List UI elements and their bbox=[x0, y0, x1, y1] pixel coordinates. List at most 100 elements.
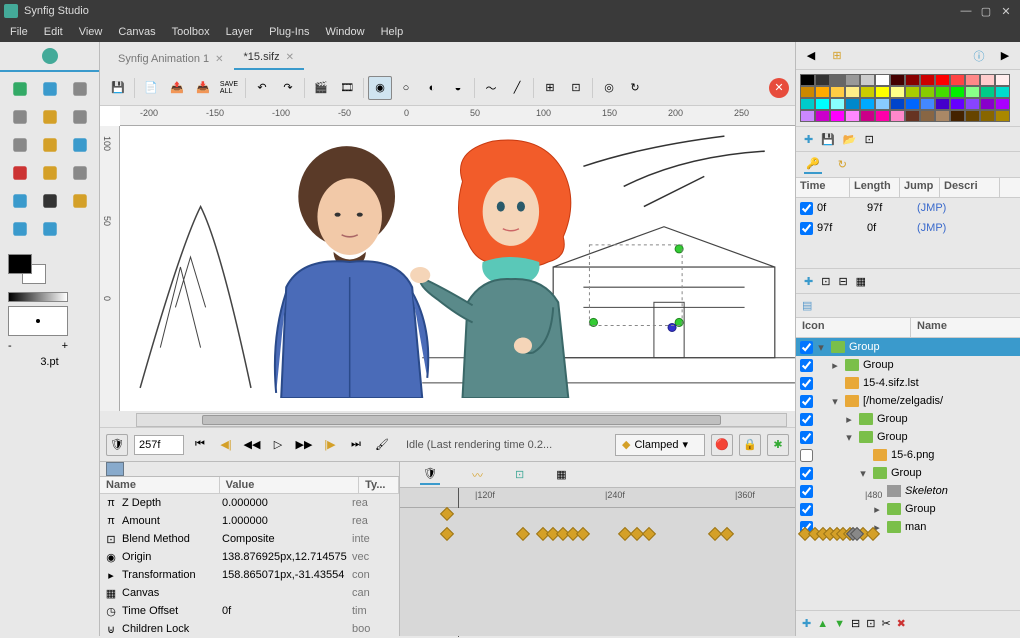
tool-eyedrop[interactable] bbox=[6, 216, 34, 242]
layer-add-icon[interactable]: ✚ bbox=[802, 617, 811, 630]
palette-color[interactable] bbox=[875, 98, 890, 110]
expand-icon[interactable]: ▸ bbox=[843, 413, 855, 426]
layers-tab-icon[interactable]: ▤ bbox=[802, 299, 812, 312]
import-button[interactable]: 📥 bbox=[191, 76, 215, 100]
kf-enable[interactable] bbox=[800, 222, 813, 235]
params-tab-icon[interactable] bbox=[106, 462, 124, 476]
tool-oval[interactable] bbox=[66, 104, 94, 130]
foreground-color[interactable] bbox=[8, 254, 32, 274]
palette-color[interactable] bbox=[950, 98, 965, 110]
palette-color[interactable] bbox=[860, 74, 875, 86]
onion-button[interactable]: ◎ bbox=[597, 76, 621, 100]
palette-color[interactable] bbox=[860, 86, 875, 98]
tool-text[interactable] bbox=[36, 188, 64, 214]
info-icon[interactable]: ⓘ bbox=[970, 47, 988, 65]
tool-node[interactable] bbox=[36, 76, 64, 102]
seek-end-icon[interactable]: ⏭ bbox=[346, 435, 366, 455]
layer-row[interactable]: 15-4.sifz.lst bbox=[796, 374, 1020, 392]
size-increase[interactable]: + bbox=[62, 340, 68, 352]
tool-scissors[interactable] bbox=[6, 160, 34, 186]
layers-col-icon[interactable]: Icon bbox=[796, 318, 911, 337]
palette-color[interactable] bbox=[800, 74, 815, 86]
canvas-scrollbar-h[interactable] bbox=[136, 413, 787, 427]
layer-group-icon[interactable]: ⊡ bbox=[821, 275, 830, 288]
palette-color[interactable] bbox=[905, 98, 920, 110]
mode4-button[interactable]: ◒ bbox=[446, 76, 470, 100]
layer-visible[interactable] bbox=[800, 431, 813, 444]
keyframe-marker[interactable] bbox=[440, 527, 454, 541]
canvas[interactable] bbox=[120, 126, 795, 411]
tool-pen[interactable] bbox=[66, 188, 94, 214]
palette-color[interactable] bbox=[935, 86, 950, 98]
layer-new-icon[interactable]: ✚ bbox=[804, 275, 813, 288]
layer-row[interactable]: ▾Group bbox=[796, 338, 1020, 356]
mode2-button[interactable]: ○ bbox=[394, 76, 418, 100]
nav-fwd-icon[interactable]: ▶ bbox=[996, 47, 1014, 65]
layer-visible[interactable] bbox=[800, 503, 813, 516]
param-col[interactable]: Name bbox=[100, 477, 220, 493]
palette-color[interactable] bbox=[830, 110, 845, 122]
palette-color[interactable] bbox=[995, 86, 1010, 98]
layer-row[interactable]: ▾[/home/zelgadis/ bbox=[796, 392, 1020, 410]
palette-color[interactable] bbox=[845, 74, 860, 86]
layer-encap-icon[interactable]: ▦ bbox=[856, 275, 866, 288]
redo-button[interactable]: ↷ bbox=[276, 76, 300, 100]
palette-default-icon[interactable]: ⊡ bbox=[865, 133, 874, 146]
saveas-button[interactable]: 📄 bbox=[139, 76, 163, 100]
expand-icon[interactable]: ▾ bbox=[843, 431, 855, 444]
param-row[interactable]: πZ Depth0.000000rea bbox=[100, 494, 399, 512]
layer-box-icon[interactable]: ⊡ bbox=[866, 617, 875, 630]
menu-edit[interactable]: Edit bbox=[36, 24, 71, 40]
param-row[interactable]: ⊍Children Lockboo bbox=[100, 620, 399, 638]
keyframe-marker[interactable] bbox=[642, 527, 656, 541]
frame-input[interactable] bbox=[134, 435, 184, 455]
palette-color[interactable] bbox=[845, 98, 860, 110]
keyframe-marker[interactable] bbox=[516, 527, 530, 541]
palette-color[interactable] bbox=[980, 74, 995, 86]
tool-brush[interactable] bbox=[6, 188, 34, 214]
param-row[interactable]: ◷Time Offset0ftim bbox=[100, 602, 399, 620]
palette-color[interactable] bbox=[890, 74, 905, 86]
palette-color[interactable] bbox=[815, 86, 830, 98]
gradient-swatch[interactable] bbox=[8, 292, 68, 302]
refresh-button[interactable]: ↻ bbox=[623, 76, 647, 100]
tool-pencil[interactable] bbox=[36, 160, 64, 186]
palette-color[interactable] bbox=[800, 86, 815, 98]
layer-row[interactable]: ▸Group bbox=[796, 410, 1020, 428]
kf-col[interactable]: Descri bbox=[940, 178, 1000, 197]
layer-visible[interactable] bbox=[800, 341, 813, 354]
menu-canvas[interactable]: Canvas bbox=[110, 24, 163, 40]
palette-color[interactable] bbox=[860, 110, 875, 122]
menu-layer[interactable]: Layer bbox=[218, 24, 262, 40]
param-row[interactable]: ▸Transformation158.865071px,-31.43554con bbox=[100, 566, 399, 584]
palette-color[interactable] bbox=[935, 74, 950, 86]
interpolation-select[interactable]: ◆Clamped▾ bbox=[615, 434, 705, 456]
mode1-button[interactable]: ◉ bbox=[368, 76, 392, 100]
timeline-tab-3[interactable]: ⊡ bbox=[515, 468, 524, 481]
palette-color[interactable] bbox=[995, 74, 1010, 86]
keyframe-tab-2-icon[interactable]: ↻ bbox=[838, 158, 847, 171]
tool-rect[interactable] bbox=[6, 104, 34, 130]
palette-color[interactable] bbox=[845, 110, 860, 122]
palette-color[interactable] bbox=[890, 98, 905, 110]
tool-zoom[interactable] bbox=[36, 216, 64, 242]
keyframe-lock-icon[interactable]: 🔒 bbox=[739, 434, 761, 456]
seek-prev-kf-icon[interactable]: ◀| bbox=[216, 435, 236, 455]
palette-color[interactable] bbox=[890, 86, 905, 98]
kf-row[interactable]: 0f97f(JMP) bbox=[796, 198, 1020, 218]
tool-[interactable] bbox=[66, 216, 94, 242]
keyframe-marker[interactable] bbox=[576, 527, 590, 541]
seek-start-icon[interactable]: ⏮ bbox=[190, 435, 210, 455]
palette-color[interactable] bbox=[965, 98, 980, 110]
animate-mode-icon[interactable]: 🔴 bbox=[711, 434, 733, 456]
mode3-button[interactable]: ◐ bbox=[420, 76, 444, 100]
palette-color[interactable] bbox=[800, 98, 815, 110]
close-tab-icon[interactable]: ✕ bbox=[215, 54, 223, 65]
layer-row[interactable]: ▸Group bbox=[796, 500, 1020, 518]
layer-visible[interactable] bbox=[800, 467, 813, 480]
timeline-tracks[interactable] bbox=[400, 508, 795, 636]
layer-row[interactable]: Skeleton bbox=[796, 482, 1020, 500]
palette-color[interactable] bbox=[950, 86, 965, 98]
save-button[interactable]: 💾 bbox=[106, 76, 130, 100]
curve-button[interactable]: 〜 bbox=[479, 76, 503, 100]
